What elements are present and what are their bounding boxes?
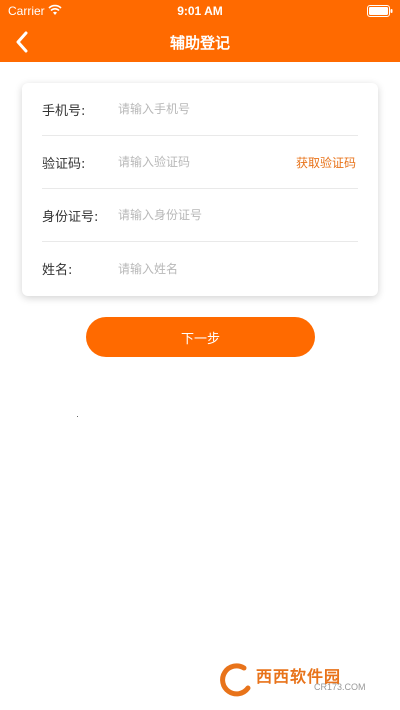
verification-code-label: 验证码: <box>42 156 86 172</box>
phone-input[interactable] <box>118 94 358 124</box>
id-number-label: 身份证号: <box>42 209 99 225</box>
name-input[interactable] <box>118 253 358 284</box>
battery-icon <box>367 5 393 17</box>
id-number-row: 身份证号: <box>42 189 358 242</box>
verification-code-row: 验证码: 获取验证码 <box>42 136 358 189</box>
watermark-swirl-icon <box>220 663 251 697</box>
phone-label: 手机号: <box>42 103 86 119</box>
name-row: 姓名: <box>42 242 358 295</box>
top-header: Carrier 9:01 AM 辅助登记 <box>0 0 400 62</box>
get-code-button[interactable]: 获取验证码 <box>288 154 356 171</box>
watermark-logo: 西西软件园 CR173.COM <box>214 660 384 698</box>
verification-code-input[interactable] <box>118 147 288 177</box>
nav-bar: 辅助登记 <box>0 22 400 62</box>
status-time: 9:01 AM <box>177 4 223 18</box>
page-title: 辅助登记 <box>169 34 230 52</box>
phone-row: 手机号: <box>42 83 358 136</box>
watermark-domain: CR173.COM <box>314 682 366 692</box>
stray-dot <box>77 416 78 417</box>
next-step-button[interactable]: 下一步 <box>86 317 315 357</box>
id-number-input[interactable] <box>118 200 358 230</box>
registration-form-card: 手机号: 验证码: 获取验证码 身份证号: 姓名: <box>22 83 378 296</box>
name-label: 姓名: <box>42 263 73 278</box>
status-bar: Carrier 9:01 AM <box>0 0 400 22</box>
